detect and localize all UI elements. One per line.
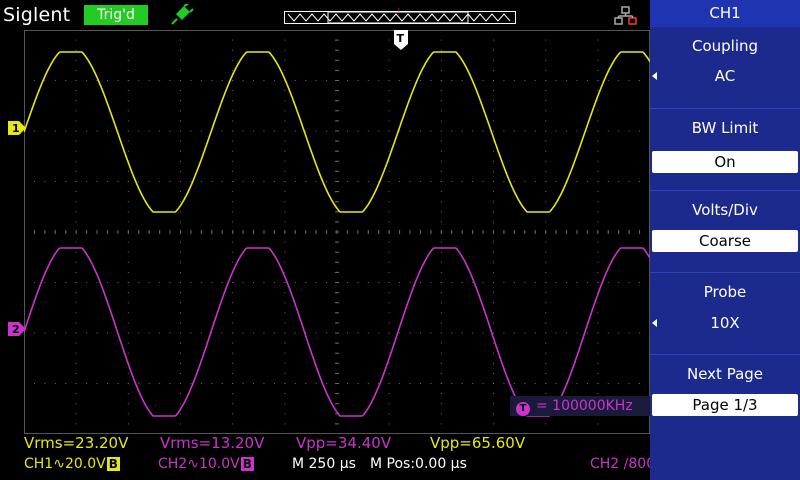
trigger-pos-marker: T bbox=[396, 8, 401, 14]
network-icon bbox=[614, 6, 637, 25]
trigger-freq-icon: T bbox=[516, 402, 530, 416]
memory-position-status: M Pos:0.00 μs bbox=[370, 456, 467, 472]
menu-coupling-value[interactable]: AC bbox=[650, 64, 800, 88]
timebase-status: M 250 μs bbox=[292, 456, 356, 472]
frequency-value: = 100000KHz bbox=[536, 398, 633, 414]
ch1-scale-status: CH1∿20.0V B bbox=[24, 456, 120, 472]
ch1-level-marker[interactable]: 1 bbox=[8, 121, 26, 135]
ch1-bw-badge: B bbox=[106, 457, 120, 471]
menu-coupling-label: Coupling bbox=[691, 37, 759, 55]
ch2-vpp-measurement: Vpp=65.60V bbox=[430, 434, 526, 452]
menu-probe-value[interactable]: 10X bbox=[650, 311, 800, 335]
ch2-level-marker[interactable]: 2 bbox=[8, 322, 26, 336]
menu-title: CH1 bbox=[650, 0, 800, 27]
usb-plug-icon bbox=[171, 4, 194, 25]
ch1-vpp-measurement: Vpp=34.40V bbox=[296, 434, 392, 452]
svg-text:2: 2 bbox=[12, 323, 20, 336]
menu-voltsdiv-label: Volts/Div bbox=[692, 201, 758, 219]
ch2-vrms-measurement: Vrms=13.20V bbox=[160, 434, 265, 452]
waveform-memory-bar: T bbox=[284, 8, 516, 24]
top-status-bar: Siglent Trig'd T bbox=[0, 0, 650, 30]
ch2-bw-badge: B bbox=[240, 457, 254, 471]
svg-text:T: T bbox=[397, 32, 405, 45]
ch2-scale-status: CH2∿10.0V B bbox=[158, 456, 254, 472]
menu-probe-label: Probe bbox=[703, 283, 747, 301]
frequency-readout: T = 100000KHz bbox=[510, 396, 650, 416]
waveform-display[interactable] bbox=[24, 30, 650, 434]
menu-bwlimit-label: BW Limit bbox=[691, 119, 759, 137]
menu-voltsdiv-button[interactable]: Coarse bbox=[652, 230, 798, 252]
trigger-status-badge: Trig'd bbox=[84, 5, 148, 25]
menu-bwlimit-button[interactable]: On bbox=[652, 151, 798, 173]
channel-menu: CH1 Coupling AC BW Limit On Volts/Div Co… bbox=[650, 0, 800, 480]
menu-nextpage-label: Next Page bbox=[686, 365, 764, 383]
ch1-vrms-measurement: Vrms=23.20V bbox=[24, 434, 129, 452]
svg-text:1: 1 bbox=[12, 122, 20, 135]
trigger-position-marker[interactable]: T bbox=[393, 30, 409, 50]
menu-nextpage-button[interactable]: Page 1/3 bbox=[652, 394, 798, 416]
brand-logo: Siglent bbox=[3, 4, 71, 26]
